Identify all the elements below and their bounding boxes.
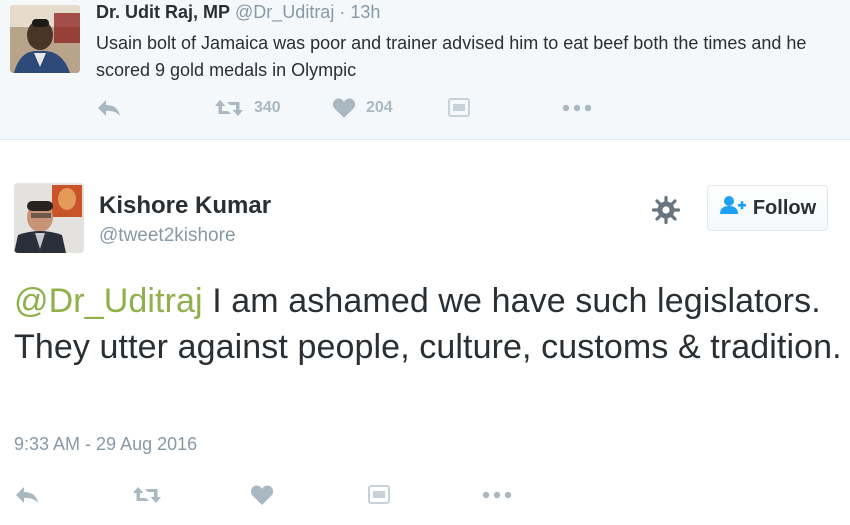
parent-author-handle[interactable]: @Dr_Uditraj — [235, 2, 334, 22]
tweet-text: @Dr_Uditraj I am ashamed we have such le… — [14, 278, 844, 370]
author-handle[interactable]: @tweet2kishore — [99, 225, 236, 247]
retweet-count[interactable]: 340 — [254, 99, 281, 117]
retweet-button[interactable]: 340 — [214, 95, 281, 121]
moments-button[interactable] — [368, 482, 390, 508]
retweet-button[interactable] — [132, 482, 162, 508]
like-icon — [332, 97, 356, 119]
more-button[interactable] — [562, 95, 592, 121]
tweet-actions — [14, 482, 534, 508]
mention-link[interactable]: @Dr_Uditraj — [14, 282, 203, 320]
reply-button[interactable] — [96, 95, 122, 121]
parent-author-name[interactable]: Dr. Udit Raj, MP — [96, 2, 230, 22]
parent-tweet-header: Dr. Udit Raj, MP @Dr_Uditraj · 13h — [96, 2, 380, 23]
moments-icon — [368, 485, 390, 505]
more-icon — [562, 104, 592, 112]
parent-tweet[interactable]: Dr. Udit Raj, MP @Dr_Uditraj · 13h Usain… — [0, 0, 850, 140]
gear-button[interactable] — [651, 195, 681, 225]
follow-user-icon — [719, 195, 747, 221]
parent-tweet-time[interactable]: 13h — [350, 2, 380, 22]
moments-icon — [448, 98, 470, 118]
parent-author-avatar[interactable] — [10, 5, 80, 73]
tweet-timestamp[interactable]: 9:33 AM - 29 Aug 2016 — [14, 434, 197, 455]
parent-tweet-actions: 340 204 — [96, 95, 616, 121]
like-count[interactable]: 204 — [366, 99, 393, 117]
reply-button[interactable] — [14, 482, 40, 508]
author-avatar[interactable] — [14, 183, 84, 253]
moments-button[interactable] — [448, 95, 470, 121]
header-separator: · — [339, 2, 346, 22]
gear-icon — [651, 195, 681, 229]
more-button[interactable] — [482, 482, 512, 508]
reply-icon — [14, 485, 40, 505]
like-button[interactable]: 204 — [332, 95, 393, 121]
retweet-icon — [132, 485, 162, 505]
retweet-icon — [214, 98, 244, 118]
follow-button[interactable]: Follow — [707, 185, 828, 231]
more-icon — [482, 491, 512, 499]
like-button[interactable] — [250, 482, 274, 508]
reply-icon — [96, 98, 122, 118]
follow-label: Follow — [752, 196, 817, 219]
author-name[interactable]: Kishore Kumar — [99, 192, 271, 220]
like-icon — [250, 484, 274, 506]
parent-tweet-text: Usain bolt of Jamaica was poor and train… — [96, 33, 807, 80]
